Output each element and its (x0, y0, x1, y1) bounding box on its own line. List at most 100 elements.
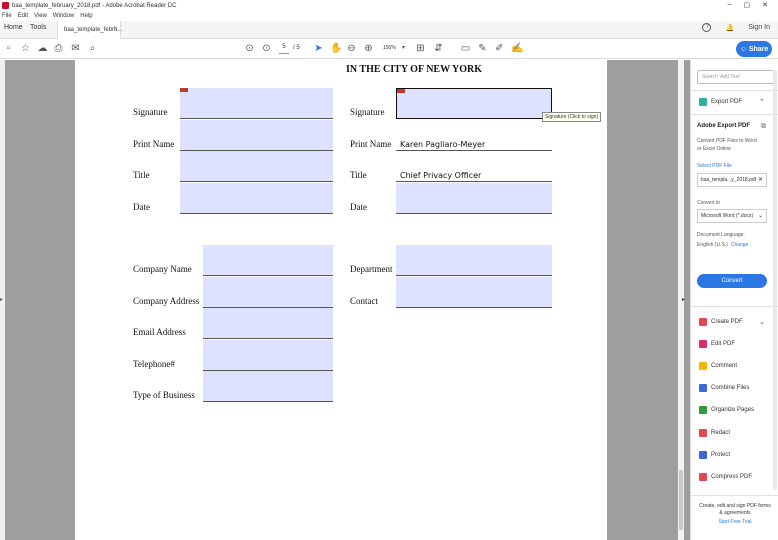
print-name-field-left[interactable] (180, 120, 333, 151)
label-department: Department (350, 264, 393, 274)
share-person-icon: ☺ (739, 45, 747, 53)
scroll-mode-icon[interactable]: ⇵ (433, 43, 444, 54)
tool-comment-icon (699, 362, 707, 370)
company-name-field[interactable] (203, 245, 333, 276)
highlight-pen-icon[interactable]: ✎ (477, 43, 488, 54)
tab-document[interactable]: baa_template_febru... × (57, 21, 122, 39)
zoom-in-icon[interactable]: ⊕ (363, 43, 374, 54)
department-field[interactable] (396, 245, 552, 276)
export-pdf-header[interactable]: Export PDF (699, 98, 742, 106)
menu-window[interactable]: Window (53, 13, 74, 19)
tool-edit-pdf[interactable]: Edit PDF (699, 340, 735, 348)
scrollbar-thumb[interactable] (679, 470, 683, 530)
expand-left-arrow-icon: ▸ (0, 297, 4, 303)
signature-field-left[interactable] (180, 88, 333, 119)
telephone-field[interactable] (203, 340, 333, 371)
tool-label: Redact (711, 430, 731, 436)
title-field-left[interactable] (180, 151, 333, 182)
tab-home[interactable]: Home (4, 24, 23, 31)
tool-compress-pdf[interactable]: Compress PDF (699, 473, 752, 481)
next-page-icon[interactable]: ⊙ (261, 43, 272, 54)
menu-edit[interactable]: Edit (18, 13, 28, 19)
divider (691, 495, 778, 496)
comment-icon[interactable]: ▭ (460, 43, 471, 54)
email-icon[interactable]: ✉ (70, 43, 81, 54)
zoom-dropdown-icon[interactable]: ▾ (398, 43, 409, 54)
tool-edit-pdf-icon (699, 340, 707, 348)
menu-bar: File Edit View Window Help (0, 11, 778, 21)
save-icon[interactable]: ▫ (3, 43, 14, 54)
tool-comment[interactable]: Comment (699, 362, 737, 370)
select-pointer-icon[interactable]: ➤ (313, 43, 324, 54)
promo-message: Create, edit and sign PDF forms & agreem… (699, 503, 771, 516)
select-pdf-file-link[interactable]: Select PDF File (697, 163, 732, 169)
sign-icon[interactable]: ✍ (511, 43, 523, 54)
start-free-trial-link[interactable]: Start Free Trial (697, 519, 773, 526)
page-total: / 5 (293, 45, 300, 51)
tool-label: Comment (711, 363, 738, 369)
label-signature-left: Signature (133, 107, 168, 117)
close-tab-icon[interactable]: × (113, 26, 117, 32)
menu-file[interactable]: File (2, 13, 12, 19)
label-date-left: Date (133, 202, 150, 212)
format-select[interactable]: Microsoft Word (*.docx) ⌄ (697, 209, 767, 223)
tab-tools[interactable]: Tools (30, 24, 46, 31)
zoom-out-icon[interactable]: ⊖ (346, 43, 357, 54)
upload-cloud-icon[interactable]: ☁ (37, 43, 48, 54)
draw-icon[interactable]: ✐ (494, 43, 505, 54)
page-number-input[interactable]: 5 (279, 44, 289, 54)
tool-redact[interactable]: Redact (699, 429, 730, 437)
divider (691, 114, 778, 115)
menu-view[interactable]: View (34, 13, 47, 19)
collapse-chevron-icon[interactable]: ⌃ (759, 98, 765, 106)
tool-create-pdf[interactable]: Create PDF (699, 318, 743, 326)
print-name-field-right[interactable]: Karen Pagliaro-Meyer (396, 120, 552, 151)
title-field-right[interactable]: Chief Privacy Officer (396, 151, 552, 182)
chevron-down-icon: ⌄ (757, 213, 763, 219)
tools-pane-scrollbar[interactable] (773, 70, 777, 490)
company-address-field[interactable] (203, 277, 333, 308)
tool-label: Organize Pages (711, 407, 755, 413)
date-field-left[interactable] (180, 183, 333, 214)
tools-search-input[interactable]: Search 'Add Text' (697, 70, 775, 84)
contact-field[interactable] (396, 277, 552, 308)
page-layout-icon[interactable]: ⊞ (415, 43, 426, 54)
share-button[interactable]: ☺ Share (736, 41, 772, 57)
notifications-bell-icon[interactable]: 🔔 (725, 24, 734, 32)
hand-tool-icon[interactable]: ✋ (330, 43, 342, 54)
promo-text: Create, edit and sign PDF forms & agreem… (697, 503, 773, 526)
label-type-of-business: Type of Business (133, 390, 195, 400)
expand-chevron-icon[interactable]: ⌄ (759, 318, 765, 326)
signature-field-right[interactable] (396, 88, 552, 119)
print-icon[interactable]: ⎙ (53, 43, 64, 54)
close-window-button[interactable]: ✕ (762, 1, 768, 9)
convert-button[interactable]: Convert (697, 274, 767, 288)
label-date-right: Date (350, 202, 367, 212)
tool-label: Protect (711, 452, 731, 458)
format-value: Microsoft Word (*.docx) (701, 213, 754, 219)
zoom-level[interactable]: 150% (383, 45, 396, 51)
export-settings-icon[interactable]: ⧉ (761, 123, 766, 131)
type-of-business-field[interactable] (203, 371, 333, 402)
tool-organize-pages[interactable]: Organize Pages (699, 406, 754, 414)
collapse-right-panel-arrow-icon[interactable]: ▸ (682, 296, 685, 303)
tool-protect[interactable]: Protect (699, 451, 730, 459)
change-language-link[interactable]: Change (731, 242, 749, 248)
maximize-button[interactable]: ▢ (744, 1, 751, 9)
label-company-address: Company Address (133, 296, 200, 306)
email-address-field[interactable] (203, 308, 333, 339)
help-icon[interactable]: ? (702, 23, 712, 32)
bookmark-star-icon[interactable]: ☆ (20, 43, 31, 54)
minimize-button[interactable]: – (728, 1, 732, 9)
export-pdf-label: Export PDF (711, 99, 743, 105)
remove-file-icon[interactable]: ✕ (758, 176, 763, 183)
menu-help[interactable]: Help (80, 13, 92, 19)
date-field-right[interactable] (396, 183, 552, 214)
previous-page-icon[interactable]: ⊙ (244, 43, 255, 54)
sign-in-link[interactable]: Sign In (748, 24, 770, 31)
tool-compress-pdf-icon (699, 473, 707, 481)
tool-combine-files[interactable]: Combine Files (699, 384, 749, 392)
search-icon[interactable]: ⌕ (87, 43, 98, 54)
signature-flag-icon (180, 88, 188, 92)
tools-pane: Search 'Add Text' Export PDF ⌃ ⧉ Adobe E… (690, 60, 778, 540)
